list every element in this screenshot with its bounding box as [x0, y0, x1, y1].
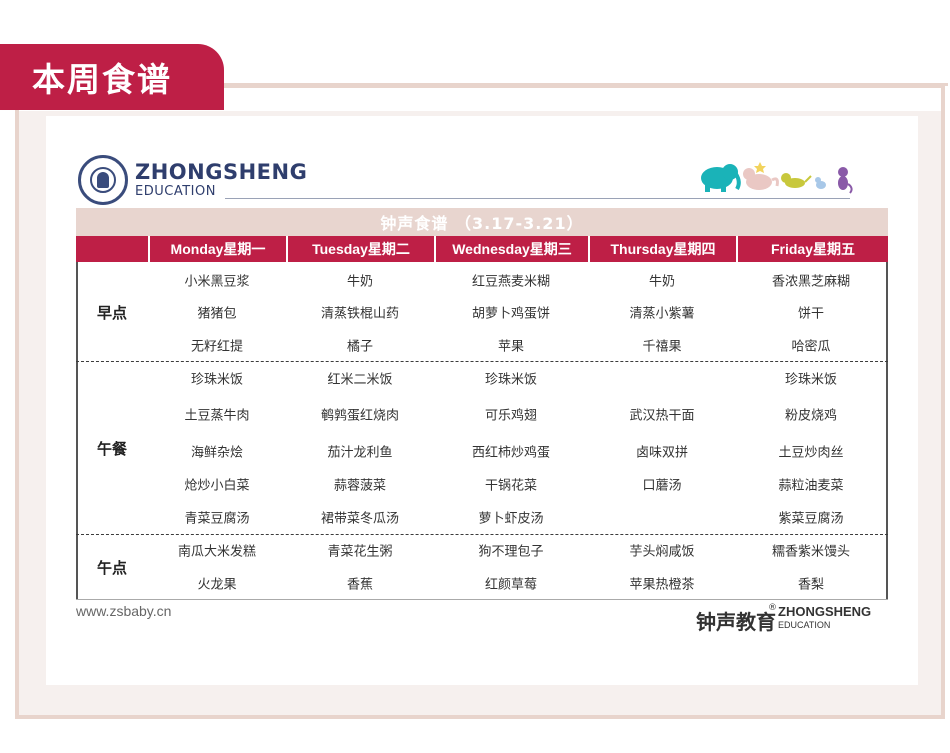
meal-label-lunch: 午餐	[96, 440, 127, 458]
footer-registered-mark: ®	[768, 603, 777, 613]
menu-cell: 清蒸小紫薯	[629, 306, 695, 322]
footer-brand-en-sub: EDUCATION	[778, 620, 831, 630]
menu-cell: 裙带菜冬瓜汤	[320, 511, 399, 527]
meal-divider	[76, 534, 888, 535]
menu-cell: 茄汁龙利鱼	[327, 445, 393, 461]
header-divider	[225, 198, 850, 199]
menu-cell: 土豆蒸牛肉	[184, 408, 250, 424]
menu-cell: 红米二米饭	[327, 372, 393, 388]
menu-cell: 鹌鹑蛋红烧肉	[320, 408, 399, 424]
meal-divider	[76, 361, 888, 362]
footer-brand-en: ZHONGSHENG	[778, 604, 872, 619]
menu-cell: 青菜豆腐汤	[184, 511, 250, 527]
menu-cell: 橘子	[346, 339, 373, 355]
menu-cell: 猪猪包	[197, 306, 237, 322]
menu-cell: 蒜蓉菠菜	[333, 478, 386, 494]
menu-cell: 糯香紫米馒头	[771, 544, 850, 560]
menu-cell: 饼干	[797, 306, 824, 322]
menu-cell: 火龙果	[197, 577, 237, 593]
menu-cell: 粉皮烧鸡	[784, 408, 837, 424]
menu-cell: 土豆炒肉丝	[778, 445, 844, 461]
menu-cell: 香浓黑芝麻糊	[771, 274, 850, 290]
menu-cell: 紫菜豆腐汤	[778, 511, 844, 527]
footer-url: www.zsbaby.cn	[76, 603, 172, 619]
brand-name: ZHONGSHENG	[135, 160, 308, 184]
frame-top-line	[224, 83, 948, 86]
day-header-friday: Friday星期五	[736, 236, 888, 262]
menu-cell: 青菜花生粥	[327, 544, 393, 560]
menu-cell: 珍珠米饭	[784, 372, 837, 388]
menu-cell: 牛奶	[648, 274, 675, 290]
menu-cell: 胡萝卜鸡蛋饼	[471, 306, 550, 322]
day-header-tuesday: Tuesday星期二	[286, 236, 434, 262]
menu-cell: 卤味双拼	[635, 445, 688, 461]
menu-cell: 小米黑豆浆	[184, 274, 250, 290]
menu-cell: 蒜粒油麦菜	[778, 478, 844, 494]
seal-logo-icon	[78, 155, 128, 205]
menu-cell: 口蘑汤	[642, 478, 682, 494]
menu-title: 钟声食谱 （3.17-3.21）	[76, 208, 888, 236]
menu-cell: 珍珠米饭	[484, 372, 537, 388]
day-header-wednesday: Wednesday星期三	[434, 236, 588, 262]
meal-label-snack: 午点	[96, 559, 127, 577]
menu-cell: 千禧果	[642, 339, 682, 355]
animal-parade-icon	[701, 162, 853, 194]
menu-cell: 牛奶	[346, 274, 373, 290]
page-title: 本周食谱	[0, 44, 224, 110]
menu-cell: 萝卜虾皮汤	[478, 511, 544, 527]
menu-cell: 南瓜大米发糕	[177, 544, 256, 560]
menu-cell: 红颜草莓	[484, 577, 537, 593]
menu-cell: 苹果	[497, 339, 524, 355]
menu-cell: 可乐鸡翅	[484, 408, 537, 424]
menu-cell: 哈密瓜	[791, 339, 831, 355]
footer-brand-cn: 钟声教育	[696, 610, 776, 634]
meal-label-breakfast: 早点	[96, 304, 127, 322]
menu-cell: 武汉热干面	[629, 408, 695, 424]
menu-cell: 香蕉	[346, 577, 373, 593]
menu-cell: 清蒸铁棍山药	[320, 306, 399, 322]
table-bottom-line	[76, 599, 888, 600]
menu-cell: 狗不理包子	[478, 544, 544, 560]
menu-cell: 红豆燕麦米糊	[471, 274, 550, 290]
menu-cell: 西红柿炒鸡蛋	[471, 445, 550, 461]
menu-cell: 干锅花菜	[484, 478, 537, 494]
menu-cell: 珍珠米饭	[190, 372, 243, 388]
menu-cell: 炝炒小白菜	[184, 478, 250, 494]
day-header-monday: Monday星期一	[148, 236, 286, 262]
day-header-thursday: Thursday星期四	[588, 236, 736, 262]
menu-cell: 无籽红提	[190, 339, 243, 355]
brand-subtitle: EDUCATION	[135, 184, 216, 199]
menu-cell: 芋头焖咸饭	[629, 544, 695, 560]
day-header-blank	[76, 236, 148, 262]
menu-cell: 香梨	[797, 577, 824, 593]
menu-cell: 海鲜杂烩	[190, 445, 243, 461]
menu-cell: 苹果热橙茶	[629, 577, 695, 593]
